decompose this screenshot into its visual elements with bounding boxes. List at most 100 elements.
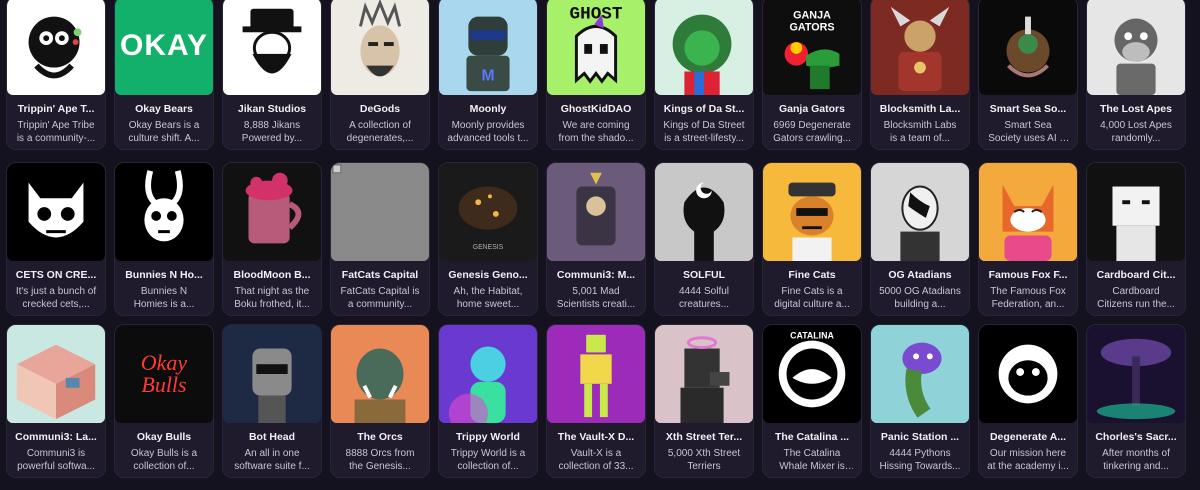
collection-description: Trippin' Ape Tribe is a community-... [16,120,96,144]
svg-text:GATORS: GATORS [789,21,834,33]
collection-grid: Trippin' Ape T... Trippin' Ape Tribe is a… [6,0,1186,478]
collection-description: Trippy World is a collection of... [450,448,526,472]
collection-name: Moonly [469,103,507,115]
collection-card[interactable]: The Lost Apes 4,000 Lost Apes randomly... [1086,0,1186,150]
collection-description: 5000 OG Atadians building a... [879,286,961,310]
cat-skull-icon [7,163,105,261]
collection-description: Cardboard Citizens run the... [1097,286,1175,310]
collection-name: The Catalina ... [774,431,850,443]
okay-bears-logo: OKAY [115,0,213,95]
collection-card[interactable]: GANJA GATORS Ganja Gators 6969 Degenerate G… [762,0,862,150]
collection-card[interactable]: Xth Street Ter... 5,000 Xth Street Terrie… [654,324,754,478]
collection-name: Blocksmith La... [879,103,961,115]
collection-card[interactable]: Trippy World Trippy World is a collection… [438,324,538,478]
collection-description: 5,000 Xth Street Terriers [667,448,741,472]
catalina-whale-icon: CATALINA [763,325,861,423]
collection-description: Bunnies N Homies is a... [133,286,195,310]
collection-name: The Vault-X D... [557,431,635,443]
collection-card[interactable]: CETS ON CRE... It's just a bunch of creck… [6,162,106,316]
collection-card[interactable]: FatCats Capital FatCats Capital is a comm… [330,162,430,316]
collection-description: Moonly provides advanced tools t... [447,120,529,144]
collection-card[interactable]: CATALINA The Catalina ... The Catalina Wha… [762,324,862,478]
collection-card[interactable]: OKAY Okay Bears Okay Bears is a culture sh… [114,0,214,150]
collection-card[interactable]: Kings of Da St... Kings of Da Street is a… [654,0,754,150]
svg-text:M: M [481,67,494,84]
cardboard-icon [1087,163,1185,261]
collection-card[interactable]: Okay Bulls Okay Bulls Okay Bulls is a coll… [114,324,214,478]
collection-card[interactable]: Famous Fox F... The Famous Fox Federation… [978,162,1078,316]
collection-card[interactable]: Communi3: La... Communi3 is powerful soft… [6,324,106,478]
collection-description: 4444 Pythons Hissing Towards... [879,448,961,472]
collection-card[interactable]: Chorles's Sacr... After months of tinkeri… [1086,324,1186,478]
solful-icon [655,163,753,261]
collection-card[interactable]: Jikan Studios 8,888 Jikans Powered by... [222,0,322,150]
collection-description: Our mission here at the academy i... [987,448,1069,472]
collection-name: CETS ON CRE... [15,269,97,281]
svg-text:GENESIS: GENESIS [473,244,504,251]
astronaut-icon: M [439,0,537,95]
collection-name: Bot Head [248,431,296,443]
robot-icon [547,163,645,261]
collection-description: Fine Cats is a digital culture a... [774,286,850,310]
collection-description: 6969 Degenerate Gators crawling... [773,120,851,144]
collection-card[interactable]: BloodMoon B... That night as the Boku fro… [222,162,322,316]
collection-name: Bunnies N Ho... [125,269,203,281]
degods-icon [331,0,429,95]
collection-description: 4444 Solful creatures... [678,286,730,310]
collection-name: Communi3: M... [556,269,636,281]
collection-card[interactable]: Trippin' Ape T... Trippin' Ape Tribe is a… [6,0,106,150]
collection-description: An all in one software suite f... [234,448,310,472]
collection-description: FatCats Capital is a community... [340,286,420,310]
collection-name: Communi3: La... [15,431,97,443]
lion-icon [655,0,753,95]
isometric-room-icon [7,325,105,423]
orc-icon [331,325,429,423]
collection-description: Ah, the Habitat, home sweet... [453,286,523,310]
bearded-man-icon [223,0,321,95]
collection-description: A collection of degenerates,... [346,120,414,144]
collection-name: Fine Cats [788,269,836,281]
collection-card[interactable]: The Vault-X D... Vault-X is a collection … [546,324,646,478]
collection-card[interactable]: Degenerate A... Our mission here at the a… [978,324,1078,478]
collection-card[interactable]: Smart Sea So... Smart Sea Society uses AI… [978,0,1078,150]
collection-card[interactable]: M Moonly Moonly provides advanced tools t.… [438,0,538,150]
collection-name: Okay Bears [135,103,193,115]
collection-card[interactable]: SOLFUL 4444 Solful creatures... [654,162,754,316]
collection-card[interactable]: Bot Head An all in one software suite f..… [222,324,322,478]
collection-card[interactable]: Blocksmith La... Blocksmith Labs is a tea… [870,0,970,150]
collection-card[interactable]: Panic Station ... 4444 Pythons Hissing To… [870,324,970,478]
collection-description: Vault-X is a collection of 33... [558,448,634,472]
collection-name: Ganja Gators [779,103,845,115]
ghost-kid-icon: GHOST [547,0,645,95]
collection-name: The Orcs [357,431,403,443]
collection-card[interactable]: GENESIS Genesis Geno... Ah, the Habitat, h… [438,162,538,316]
collection-card[interactable]: Cardboard Cit... Cardboard Citizens run t… [1086,162,1186,316]
collection-name: Smart Sea So... [989,103,1067,115]
collection-card[interactable]: Communi3: M... 5,001 Mad Scientists creat… [546,162,646,316]
collection-name: Degenerate A... [989,431,1067,443]
collection-card[interactable]: OG Atadians 5000 OG Atadians building a..… [870,162,970,316]
trippy-ape-icon [7,0,105,95]
collection-description: After months of tinkering and... [1102,448,1170,472]
collection-name: Cardboard Cit... [1096,269,1176,281]
mushroom-tree-icon [1087,325,1185,423]
bot-head-icon [223,325,321,423]
collection-name: OG Atadians [888,269,952,281]
collection-name: Trippin' Ape T... [17,103,95,115]
blocksmith-icon [871,0,969,95]
collection-description: Okay Bulls is a collection of... [130,448,198,472]
collection-card[interactable]: GHOST GhostKidDAO We are coming from the s… [546,0,646,150]
collection-description: Kings of Da Street is a street-lifesty..… [663,120,745,144]
collection-card[interactable]: The Orcs 8888 Orcs from the Genesis... [330,324,430,478]
collection-description: 8888 Orcs from the Genesis... [345,448,415,472]
collection-description: 4,000 Lost Apes randomly... [1100,120,1172,144]
collection-name: Famous Fox F... [988,269,1068,281]
collection-card[interactable]: Bunnies N Ho... Bunnies N Homies is a... [114,162,214,316]
bunny-skull-icon [115,163,213,261]
collection-name: Kings of Da St... [663,103,745,115]
collection-name: Okay Bulls [136,431,192,443]
collection-name: BloodMoon B... [233,269,311,281]
collection-card[interactable]: Fine Cats Fine Cats is a digital culture … [762,162,862,316]
collection-card[interactable]: DeGods A collection of degenerates,... [330,0,430,150]
collection-description: That night as the Boku frothed, it... [234,286,310,310]
